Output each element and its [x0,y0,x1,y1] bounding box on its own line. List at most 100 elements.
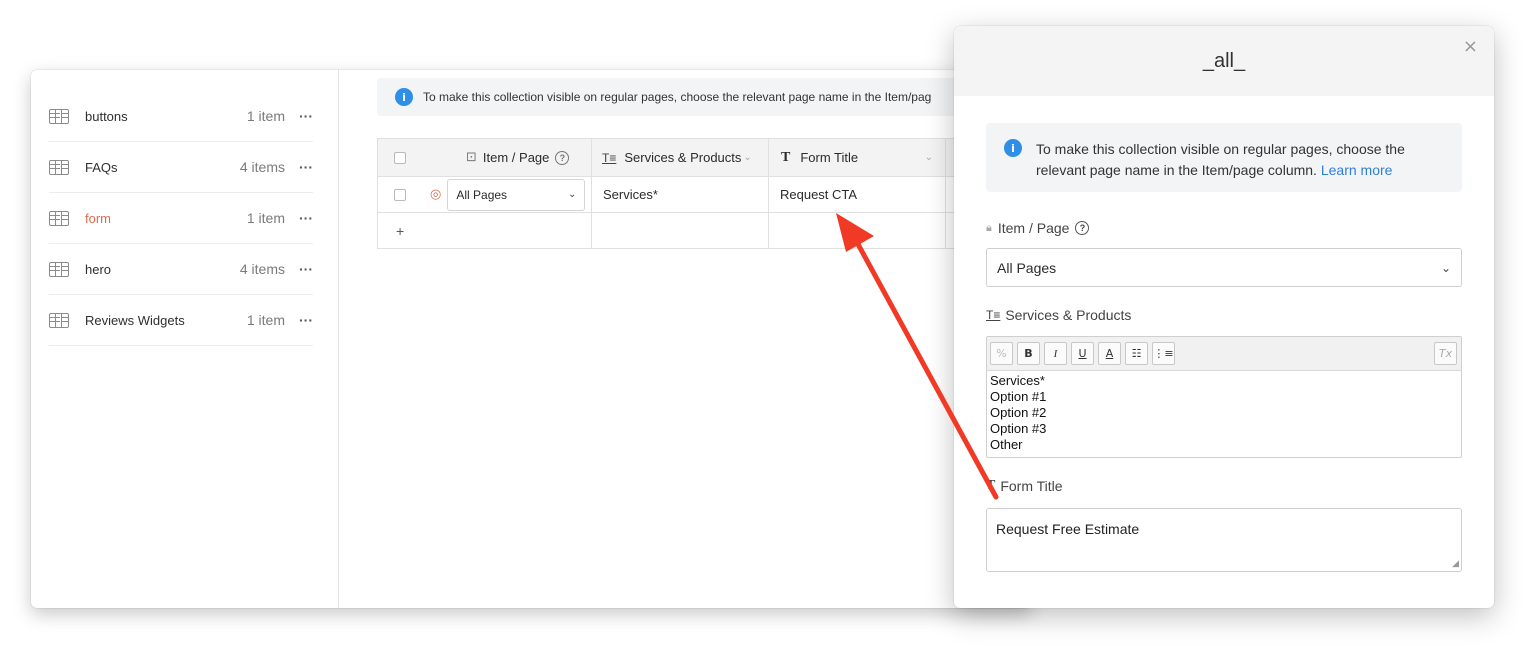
info-icon: i [395,88,413,106]
sidebar-item-hero[interactable]: hero 4 items ··· [49,244,313,295]
add-row: + [377,213,1017,249]
cell-form-title[interactable]: Request CTA [769,177,946,212]
table-icon [49,108,69,124]
lock-icon: ⊡ [466,150,477,165]
rte-line: Other [990,437,1023,452]
item-edit-modal: _all_ × i To make this collection visibl… [954,26,1494,608]
close-icon[interactable]: × [1463,36,1478,57]
bullet-list-icon[interactable]: ☷ [1125,342,1148,365]
chevron-down-icon: ⌄ [567,189,577,200]
table-icon [49,261,69,277]
sidebar-item-label: form [85,210,111,226]
sidebar-item-count: 1 item [246,210,285,226]
item-page-select[interactable]: All Pages ⌄ [986,248,1462,287]
page-select-value: All Pages [456,187,508,202]
clear-format-icon[interactable]: Tx [1434,342,1457,365]
info-icon: i [1004,139,1022,157]
column-header-form-title[interactable]: T Form Title ⌄ [769,139,946,176]
more-options-icon[interactable]: ··· [299,261,313,277]
column-header-label: Form Title [800,150,859,165]
underline-icon[interactable]: U [1071,342,1094,365]
info-banner-text: To make this collection visible on regul… [423,90,932,104]
more-options-icon[interactable]: ··· [299,159,313,175]
add-row-button[interactable]: + [396,223,404,239]
chevron-down-icon[interactable]: ⌄ [743,152,751,163]
sidebar-item-count: 4 items [239,261,285,277]
services-rich-text-editor[interactable]: % B I U A ☷ ⋮≡ Tx Services* Option #1 Op… [986,336,1462,458]
form-title-textarea[interactable]: Request Free Estimate ◢ [986,508,1462,572]
rich-text-icon: T≡ [986,308,1001,322]
more-options-icon[interactable]: ··· [299,210,313,226]
label-text: Item / Page [997,220,1070,236]
collections-sidebar: buttons 1 item ··· FAQs 4 items ··· form… [31,70,339,608]
sidebar-item-count: 1 item [246,108,285,124]
text-color-icon[interactable]: A [1098,342,1121,365]
text-type-icon: T [781,149,791,165]
learn-more-link[interactable]: Learn more [1321,162,1393,178]
table-icon [49,312,69,328]
column-header-services[interactable]: T≡ Services & Products ⌄ [592,139,769,176]
cell-empty [592,213,769,248]
add-row-cell[interactable]: + [378,213,592,248]
services-label: T≡ Services & Products [986,307,1131,323]
collection-grid: ⊡ Item / Page ? T≡ Services & Products ⌄… [377,138,1017,249]
sidebar-item-form[interactable]: form 1 item ··· [49,193,313,244]
cell-text: Request CTA [780,187,858,202]
cell-services[interactable]: Services* [592,177,769,212]
italic-icon[interactable]: I [1044,342,1067,365]
sidebar-item-label: FAQs [85,159,118,175]
item-page-label: 🔒︎ Item / Page ? [986,220,1090,236]
cell-item-page[interactable]: ◎ All Pages ⌄ [378,177,592,212]
text-type-icon: T [986,478,996,493]
link-icon[interactable]: % [990,342,1013,365]
eye-icon[interactable]: ◎ [430,187,441,202]
table-row[interactable]: ◎ All Pages ⌄ Services* Request CTA [377,177,1017,213]
row-checkbox[interactable] [394,188,406,201]
rte-line: Option #2 [990,405,1047,420]
modal-title: _all_ [1202,49,1246,72]
rte-content[interactable]: Services* Option #1 Option #2 Option #3 … [987,371,1461,455]
sidebar-item-buttons[interactable]: buttons 1 item ··· [49,91,313,142]
sidebar-item-label: buttons [85,108,128,124]
label-text: Form Title [1000,478,1063,494]
help-icon[interactable]: ? [555,150,570,165]
sidebar-item-count: 1 item [246,312,285,328]
column-header-item-page[interactable]: ⊡ Item / Page ? [378,139,592,176]
form-title-label: T Form Title [986,478,1063,494]
grid-header-row: ⊡ Item / Page ? T≡ Services & Products ⌄… [377,138,1017,177]
chevron-down-icon[interactable]: ⌄ [925,152,933,163]
table-icon [49,159,69,175]
numbered-list-icon[interactable]: ⋮≡ [1152,342,1175,365]
sidebar-item-faqs[interactable]: FAQs 4 items ··· [49,142,313,193]
sidebar-item-label: Reviews Widgets [85,312,185,328]
rich-text-icon: T≡ [602,150,617,165]
rte-line: Services* [990,373,1045,388]
rte-line: Option #1 [990,389,1047,404]
modal-info-banner: i To make this collection visible on reg… [986,123,1462,192]
rte-line: Option #3 [990,421,1047,436]
help-icon[interactable]: ? [1075,221,1090,235]
sidebar-item-reviews-widgets[interactable]: Reviews Widgets 1 item ··· [49,295,313,346]
sidebar-item-count: 4 items [239,159,285,175]
cell-text: Services* [603,187,658,202]
bold-icon[interactable]: B [1017,342,1040,365]
sidebar-item-label: hero [85,261,112,277]
column-header-label: Item / Page [482,150,550,165]
lock-icon: 🔒︎ [986,221,992,234]
column-header-label: Services & Products [624,150,742,165]
select-all-checkbox[interactable] [394,151,406,164]
more-options-icon[interactable]: ··· [299,108,313,124]
info-banner: i To make this collection visible on reg… [377,78,1017,116]
more-options-icon[interactable]: ··· [299,312,313,328]
cell-empty [769,213,946,248]
table-icon [49,210,69,226]
chevron-down-icon: ⌄ [1440,260,1451,275]
modal-info-text: To make this collection visible on regul… [1036,139,1444,178]
resize-handle-icon[interactable]: ◢ [1452,559,1459,569]
page-select[interactable]: All Pages ⌄ [447,178,586,211]
modal-header: _all_ × [954,26,1494,96]
textarea-value: Request Free Estimate [996,521,1140,537]
rte-toolbar: % B I U A ☷ ⋮≡ Tx [987,337,1461,371]
label-text: Services & Products [1005,307,1132,323]
collections-window: buttons 1 item ··· FAQs 4 items ··· form… [31,70,1031,608]
